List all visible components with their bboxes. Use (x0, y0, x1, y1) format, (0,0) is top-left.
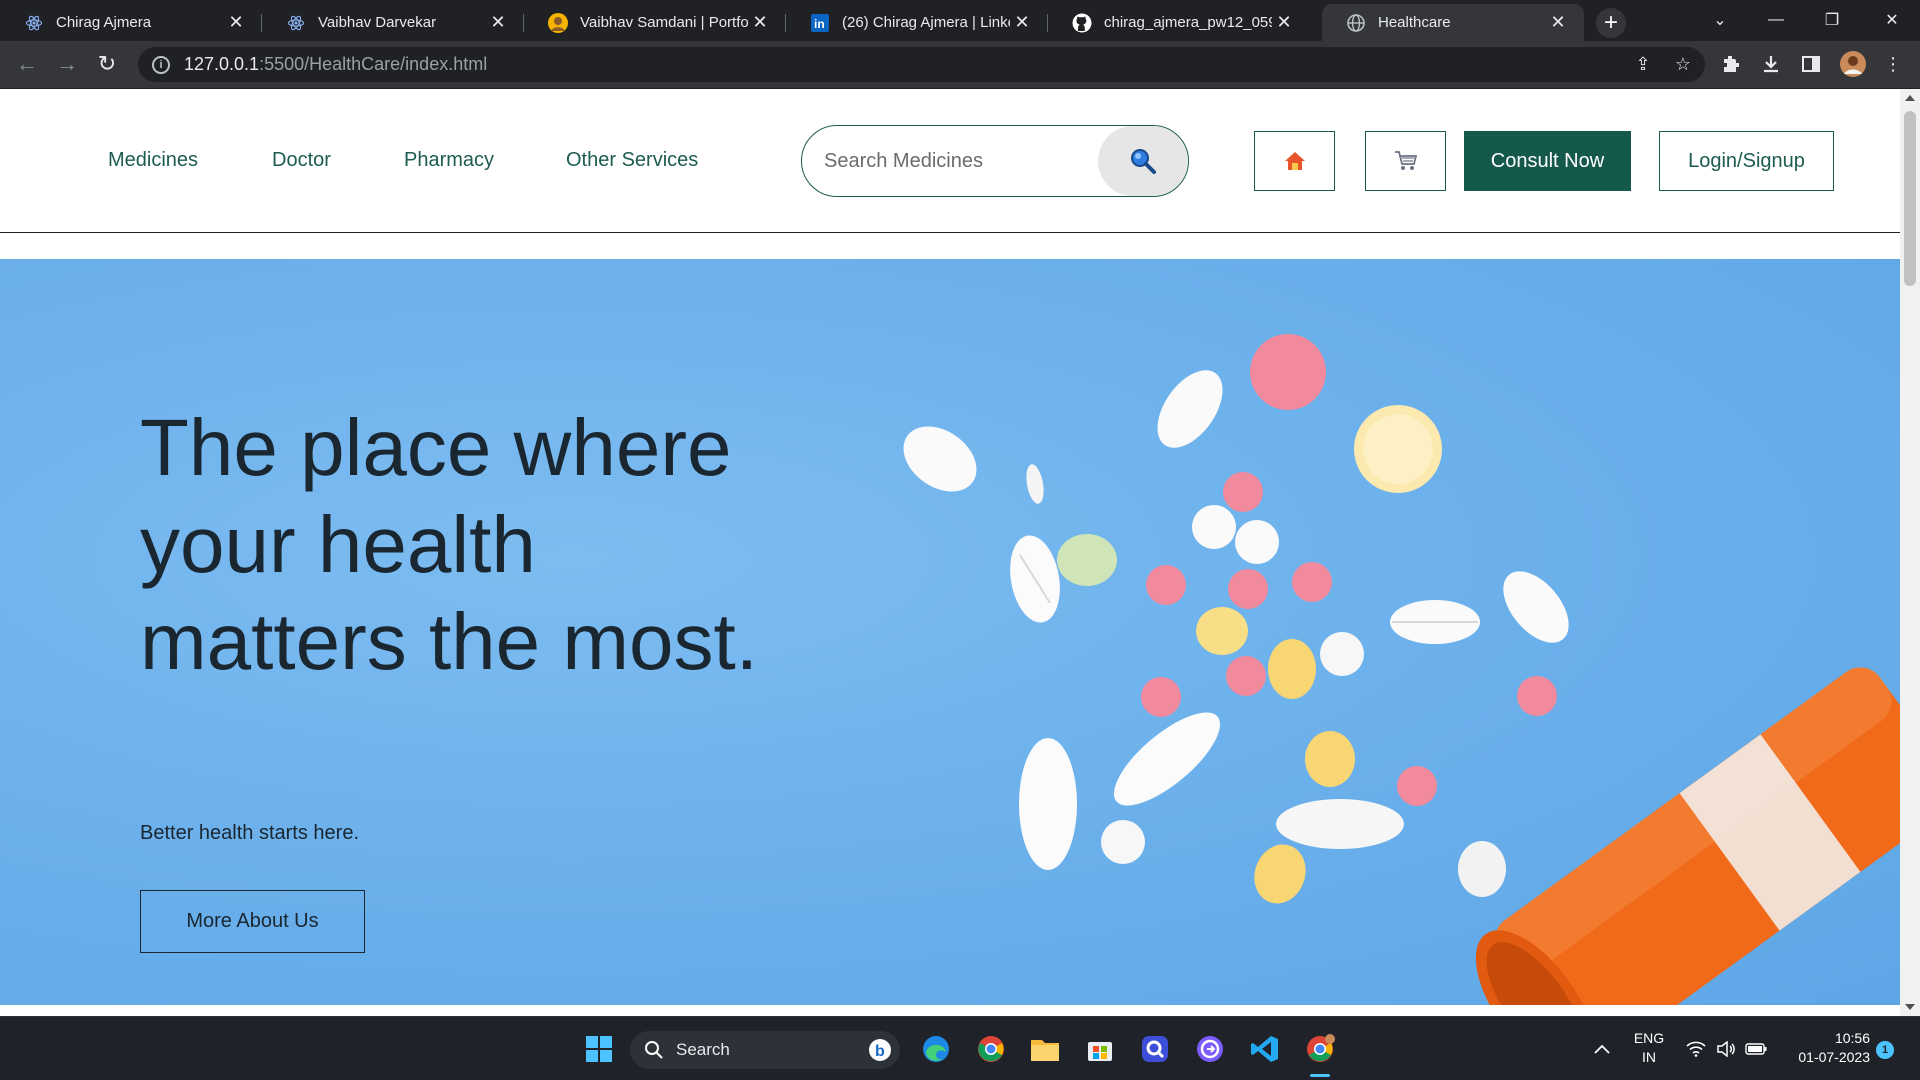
notification-badge[interactable]: 1 (1876, 1041, 1894, 1059)
search-input[interactable] (824, 144, 1094, 178)
close-icon[interactable]: ✕ (1272, 11, 1296, 35)
share-icon[interactable]: ⇪ (1628, 49, 1658, 79)
bing-icon[interactable]: b (868, 1038, 892, 1067)
active-app-indicator (1310, 1074, 1330, 1077)
side-panel-icon[interactable] (1796, 49, 1826, 79)
close-icon[interactable]: ✕ (486, 11, 510, 35)
nav-other-services[interactable]: Other Services (566, 149, 698, 172)
cart-button[interactable] (1365, 131, 1446, 191)
nav-medicines[interactable]: Medicines (108, 149, 198, 172)
chrome-active-icon[interactable] (1300, 1029, 1340, 1077)
page-scrollbar[interactable] (1900, 89, 1920, 1016)
react-icon (286, 13, 306, 33)
url-host: 127.0.0.1 (184, 54, 260, 74)
close-icon[interactable]: ✕ (224, 11, 248, 35)
login-signup-button[interactable]: Login/Signup (1659, 131, 1834, 191)
tab-search-icon[interactable]: ⌄ (1692, 0, 1748, 40)
tab-chirag-ajmera[interactable]: Chirag Ajmera ✕ (0, 4, 262, 41)
linkedin-icon: in (810, 13, 830, 33)
tab-title: Vaibhav Samdani | Portfolio (580, 14, 748, 31)
app-arrow-icon[interactable] (1190, 1029, 1230, 1069)
vscode-icon[interactable] (1245, 1029, 1285, 1069)
site-navbar: Medicines Doctor Pharmacy Other Services (0, 89, 1900, 233)
windows-taskbar: Search b ENG IN 10:56 01-07-2023 1 (0, 1016, 1920, 1080)
scroll-up-icon[interactable] (1905, 95, 1915, 101)
globe-icon (1346, 13, 1366, 33)
home-icon (1284, 152, 1305, 170)
medicine-search (801, 125, 1189, 197)
clock[interactable]: 10:56 01-07-2023 (1778, 1029, 1870, 1067)
reload-button[interactable]: ↻ (90, 47, 124, 81)
browser-menu-icon[interactable]: ⋮ (1878, 49, 1908, 79)
new-tab-button[interactable]: + (1596, 8, 1626, 38)
page-viewport: Medicines Doctor Pharmacy Other Services (0, 89, 1900, 1016)
minimize-button[interactable]: — (1748, 0, 1804, 40)
store-icon[interactable] (1080, 1029, 1120, 1069)
nav-pharmacy[interactable]: Pharmacy (404, 149, 494, 172)
close-icon[interactable]: ✕ (1010, 11, 1034, 35)
app-q-icon[interactable] (1135, 1029, 1175, 1069)
tab-title: Healthcare (1378, 14, 1451, 31)
battery-icon[interactable] (1736, 1029, 1776, 1069)
hero-section: The place where your health matters the … (0, 259, 1900, 1005)
profile-avatar-icon[interactable] (1838, 49, 1868, 79)
browser-toolbar: ← → ↻ i 127.0.0.1:5500/HealthCare/index.… (0, 41, 1920, 89)
bookmark-star-icon[interactable]: ☆ (1668, 49, 1698, 79)
tab-github[interactable]: chirag_ajmera_pw12_059/u ✕ (1048, 4, 1310, 41)
windows-start-icon[interactable] (579, 1029, 619, 1069)
search-icon (1131, 149, 1156, 174)
site-info-icon[interactable]: i (152, 55, 170, 74)
forward-button[interactable]: → (50, 47, 84, 81)
more-about-us-button[interactable]: More About Us (140, 890, 365, 953)
tab-title: chirag_ajmera_pw12_059/u (1104, 14, 1272, 31)
extensions-icon[interactable] (1716, 49, 1746, 79)
taskbar-search[interactable]: Search b (630, 1031, 900, 1069)
cart-icon (1394, 151, 1417, 170)
tab-title: Chirag Ajmera (56, 14, 152, 31)
url-path: :5500/HealthCare/index.html (259, 54, 488, 74)
svg-text:in: in (814, 17, 825, 31)
search-icon (645, 1041, 663, 1059)
tab-title: (26) Chirag Ajmera | LinkedIn (842, 14, 1010, 31)
clock-date: 01-07-2023 (1798, 1049, 1870, 1065)
clock-time: 10:56 (1834, 1030, 1870, 1046)
close-icon[interactable]: ✕ (748, 11, 772, 35)
scroll-down-icon[interactable] (1905, 1004, 1915, 1010)
nav-doctor[interactable]: Doctor (272, 149, 331, 172)
home-button[interactable] (1254, 131, 1335, 191)
svg-text:b: b (875, 1043, 885, 1060)
close-window-button[interactable]: ✕ (1864, 0, 1920, 40)
chrome-icon[interactable] (971, 1029, 1011, 1069)
edge-icon[interactable] (916, 1029, 956, 1069)
language-label: ENG (1633, 1030, 1665, 1046)
browser-tab-strip: Chirag Ajmera ✕ Vaibhav Darvekar ✕ Vaibh… (0, 0, 1920, 41)
tab-healthcare[interactable]: Healthcare ✕ (1322, 4, 1584, 41)
avatar-icon (548, 12, 568, 33)
github-icon (1072, 13, 1092, 33)
consult-now-button[interactable]: Consult Now (1464, 131, 1631, 191)
restore-button[interactable]: ❐ (1804, 0, 1860, 40)
tab-linkedin[interactable]: in (26) Chirag Ajmera | LinkedIn ✕ (786, 4, 1048, 41)
scrollbar-thumb[interactable] (1904, 111, 1916, 286)
tab-title: Vaibhav Darvekar (318, 14, 437, 31)
region-label: IN (1642, 1049, 1656, 1065)
hero-heading: The place where your health matters the … (140, 403, 758, 686)
hero-subtitle: Better health starts here. (140, 822, 360, 844)
taskbar-search-label: Search (676, 1040, 730, 1059)
download-icon[interactable] (1756, 49, 1786, 79)
tab-vaibhav-darvekar[interactable]: Vaibhav Darvekar ✕ (262, 4, 524, 41)
pill-capsules-illustration (903, 334, 1900, 1005)
react-icon (24, 13, 44, 33)
show-hidden-icons-icon[interactable] (1582, 1029, 1622, 1069)
tab-vaibhav-samdani[interactable]: Vaibhav Samdani | Portfolio ✕ (524, 4, 786, 41)
back-button[interactable]: ← (10, 47, 44, 81)
address-bar[interactable]: i 127.0.0.1:5500/HealthCare/index.html (138, 47, 1705, 82)
close-icon[interactable]: ✕ (1546, 11, 1570, 35)
file-explorer-icon[interactable] (1025, 1029, 1065, 1069)
search-button[interactable] (1098, 126, 1188, 196)
hero-pills-image (903, 334, 1900, 1005)
language-indicator[interactable]: ENG IN (1622, 1029, 1676, 1067)
